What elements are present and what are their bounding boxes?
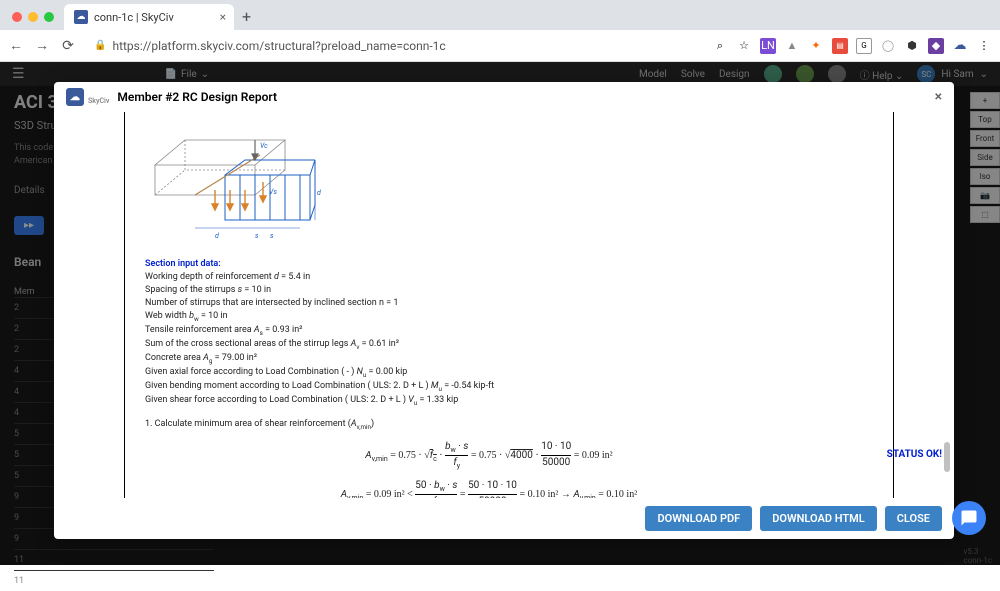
- menu-icon[interactable]: ⋮: [976, 38, 992, 54]
- ext-orange-icon[interactable]: ✦: [808, 38, 824, 54]
- report-modal: ☁ SkyCiv Member #2 RC Design Report ×: [54, 82, 954, 539]
- back-icon[interactable]: ←: [8, 37, 24, 54]
- input-line: Given bending moment according to Load C…: [145, 380, 833, 394]
- equation-2: Av,min = 0.09 in² < 50 · bw · sfy = 50 ·…: [145, 479, 833, 498]
- url-input[interactable]: 🔒 https://platform.skyciv.com/structural…: [86, 39, 702, 53]
- section-heading: Section input data:: [145, 258, 833, 271]
- input-line: Given shear force according to Load Comb…: [145, 394, 833, 408]
- svg-text:d: d: [215, 232, 219, 240]
- download-pdf-button[interactable]: DOWNLOAD PDF: [645, 506, 752, 531]
- logo-label: SkyCiv: [88, 97, 109, 105]
- scrollbar-track[interactable]: [944, 112, 950, 498]
- beam-diagram: Vc Vs d d s s: [145, 120, 325, 250]
- scrollbar-thumb[interactable]: [944, 442, 950, 472]
- svg-text:Vc: Vc: [260, 142, 268, 150]
- svg-text:s: s: [270, 232, 274, 240]
- browser-addressbar: ← → ⟳ 🔒 https://platform.skyciv.com/stru…: [0, 30, 1000, 62]
- input-line: Given axial force according to Load Comb…: [145, 366, 833, 380]
- svg-text:d: d: [317, 189, 321, 197]
- input-line: Sum of the cross sectional areas of the …: [145, 338, 833, 352]
- modal-body: Vc Vs d d ss Section input data: Working: [54, 112, 954, 498]
- window-controls: [12, 12, 54, 22]
- reload-icon[interactable]: ⟳: [60, 38, 76, 54]
- toolbar-icons: ⌕ ☆ LN ▲ ✦ ▤ G ◯ ⬢ ◆ ☁ ⋮: [712, 38, 992, 54]
- svg-text:Vs: Vs: [269, 188, 277, 196]
- ext-ln-icon[interactable]: LN: [760, 38, 776, 54]
- browser-tab[interactable]: ☁ conn-1c | SkyCiv ×: [64, 4, 234, 30]
- browser-tabbar: ☁ conn-1c | SkyCiv × +: [0, 0, 1000, 30]
- input-line: Number of stirrups that are intersected …: [145, 297, 833, 310]
- download-html-button[interactable]: DOWNLOAD HTML: [760, 506, 876, 531]
- input-line: Working depth of reinforcement d = 5.4 i…: [145, 271, 833, 284]
- forward-icon[interactable]: →: [34, 37, 50, 54]
- ext-circle-icon[interactable]: ◯: [880, 38, 896, 54]
- modal-header: ☁ SkyCiv Member #2 RC Design Report ×: [54, 82, 954, 112]
- list-item[interactable]: 11: [14, 570, 214, 591]
- tab-favicon: ☁: [74, 10, 88, 24]
- star-icon[interactable]: ☆: [736, 38, 752, 54]
- modal-footer: DOWNLOAD PDF DOWNLOAD HTML CLOSE: [54, 498, 954, 539]
- tab-title: conn-1c | SkyCiv: [94, 11, 174, 24]
- lock-icon: 🔒: [94, 40, 106, 51]
- status-label: STATUS OK!: [887, 449, 942, 460]
- new-tab-button[interactable]: +: [242, 7, 251, 26]
- input-line: Spacing of the stirrups s = 10 in: [145, 284, 833, 297]
- close-button[interactable]: CLOSE: [885, 506, 942, 531]
- report-page: Vc Vs d d ss Section input data: Working: [124, 112, 894, 498]
- close-tab-icon[interactable]: ×: [220, 10, 226, 24]
- ext-hex-icon[interactable]: ⬢: [904, 38, 920, 54]
- calc-step-label: 1. Calculate minimum area of shear reinf…: [145, 418, 833, 432]
- maximize-window-icon[interactable]: [44, 12, 54, 22]
- minimize-window-icon[interactable]: [28, 12, 38, 22]
- skyciv-logo-icon: ☁: [66, 88, 84, 106]
- equation-1: Av,min = 0.75 · √fc · bw · sfy = 0.75 · …: [145, 440, 833, 471]
- close-window-icon[interactable]: [12, 12, 22, 22]
- search-icon[interactable]: ⌕: [712, 38, 728, 54]
- url-text: https://platform.skyciv.com/structural?p…: [112, 39, 445, 53]
- close-icon[interactable]: ×: [935, 89, 942, 105]
- modal-title: Member #2 RC Design Report: [117, 90, 277, 104]
- ext-g-icon[interactable]: G: [856, 38, 872, 54]
- input-line: Web width bw = 10 in: [145, 310, 833, 324]
- input-line: Concrete area Ag = 79.00 in²: [145, 352, 833, 366]
- chat-fab-icon[interactable]: [952, 501, 986, 535]
- ext-red-icon[interactable]: ▤: [832, 38, 848, 54]
- ext-cloud-icon[interactable]: ▲: [784, 38, 800, 54]
- svg-text:s: s: [255, 232, 259, 240]
- ext-skyciv-icon[interactable]: ☁: [952, 38, 968, 54]
- input-line: Tensile reinforcement area As = 0.93 in²: [145, 324, 833, 338]
- ext-purple-icon[interactable]: ◆: [928, 38, 944, 54]
